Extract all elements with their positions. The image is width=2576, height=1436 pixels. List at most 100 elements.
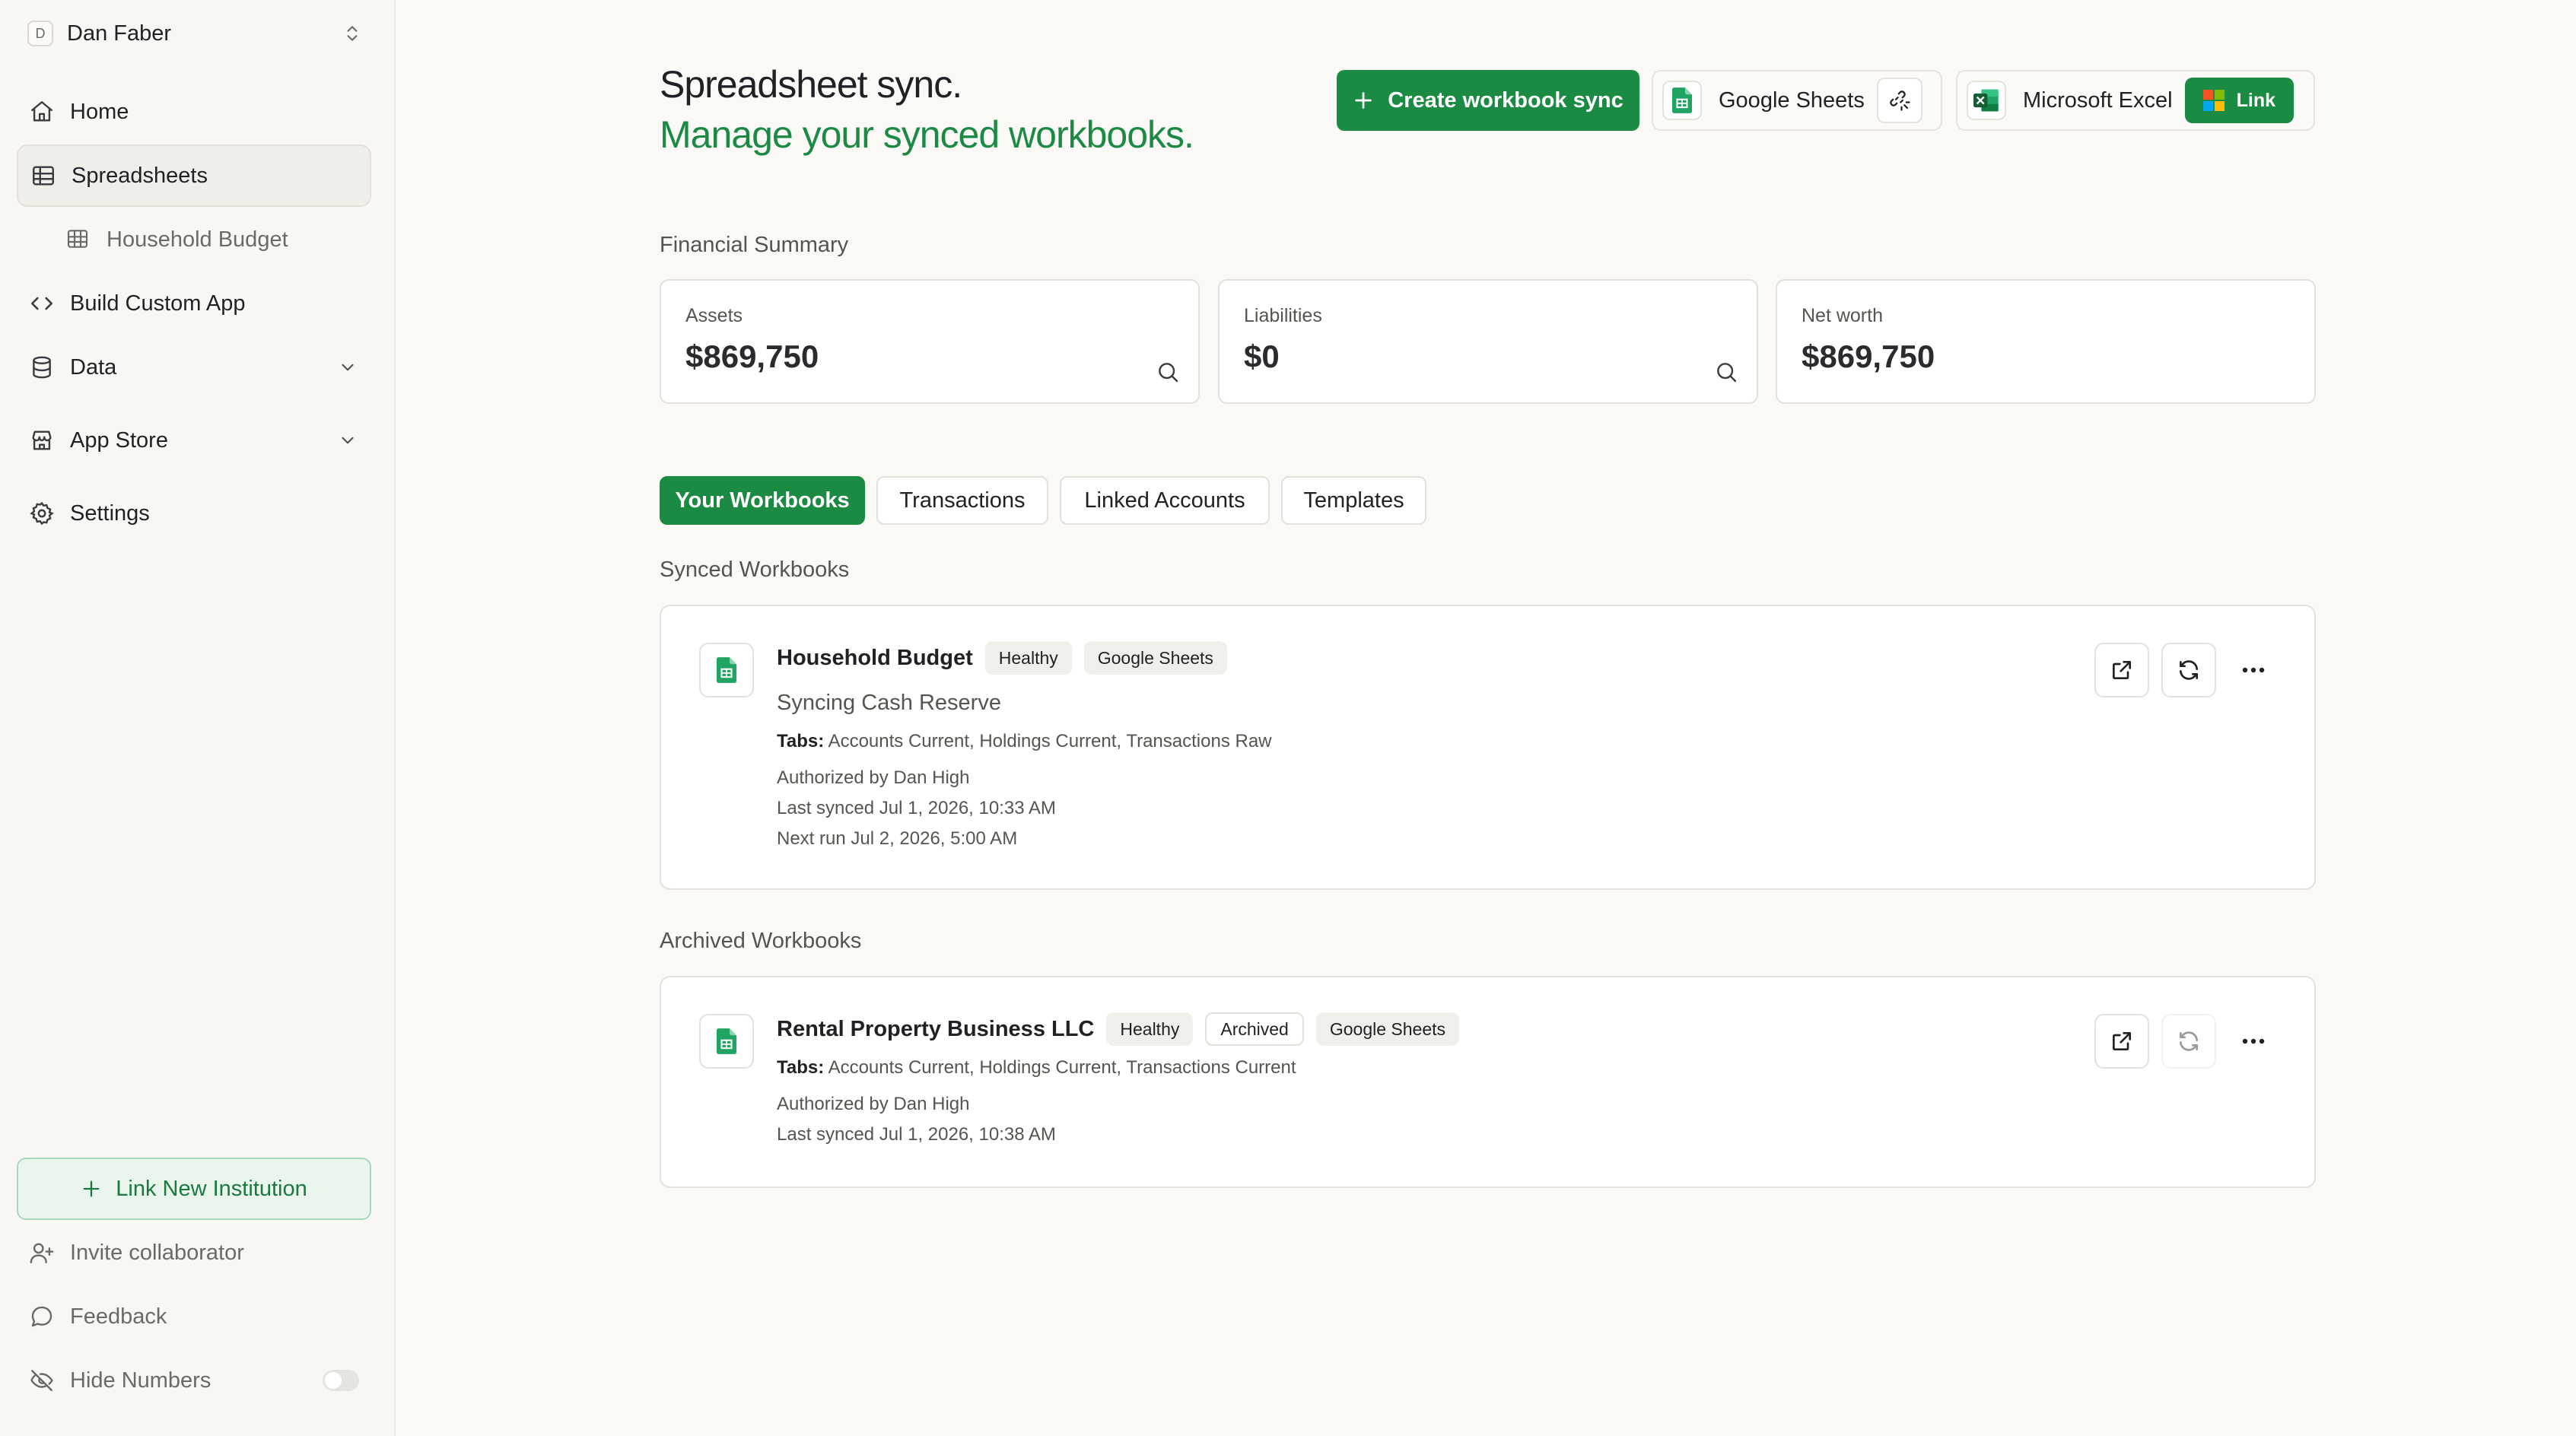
net-worth-card: Net worth $869,750 <box>1776 279 2316 404</box>
open-workbook-button[interactable] <box>2094 643 2149 697</box>
workbook-tabs: Tabs: Accounts Current, Holdings Current… <box>777 731 1272 752</box>
workbook-title-row: Rental Property Business LLC Healthy Arc… <box>777 1012 1460 1046</box>
stat-value: $0 <box>1244 338 1280 374</box>
tabs-value: Accounts Current, Holdings Current, Tran… <box>828 1057 1296 1078</box>
chevron-down-icon <box>338 357 358 377</box>
sidebar-item-home[interactable]: Home <box>17 81 371 143</box>
sidebar-item-spreadsheets[interactable]: Spreadsheets <box>17 145 371 207</box>
tabs-label: Tabs: <box>777 731 825 751</box>
unlink-google-sheets-button[interactable] <box>1876 78 1922 123</box>
microsoft-excel-connection: Microsoft Excel Link <box>1956 70 2315 131</box>
sidebar-item-settings[interactable]: Settings <box>17 482 371 545</box>
more-horizontal-icon <box>2241 1037 2266 1045</box>
table-icon <box>30 163 56 189</box>
sidebar-item-label: Settings <box>70 500 150 526</box>
sidebar-item-label: Build Custom App <box>70 291 246 316</box>
tab-transactions[interactable]: Transactions <box>876 476 1048 525</box>
assets-card: Assets $869,750 <box>660 279 1200 404</box>
workbook-card: Rental Property Business LLC Healthy Arc… <box>660 976 2316 1188</box>
open-workbook-button[interactable] <box>2094 1014 2149 1069</box>
invite-collaborator-button[interactable]: Invite collaborator <box>29 1230 371 1276</box>
archived-workbooks-heading: Archived Workbooks <box>660 929 862 953</box>
avatar: D <box>27 21 53 46</box>
stat-label: Liabilities <box>1244 305 1322 326</box>
google-sheets-icon <box>699 643 754 697</box>
user-switcher[interactable]: D Dan Faber <box>27 17 362 50</box>
more-options-button[interactable] <box>2234 653 2272 687</box>
synced-workbooks-heading: Synced Workbooks <box>660 558 850 582</box>
microsoft-excel-icon <box>1967 81 2006 120</box>
sidebar-item-label: App Store <box>70 427 168 453</box>
tab-templates[interactable]: Templates <box>1281 476 1426 525</box>
chevron-down-icon <box>338 430 358 450</box>
sidebar-item-app-store[interactable]: App Store <box>17 409 371 472</box>
unlink-icon <box>1888 89 1911 112</box>
link-new-institution-label: Link New Institution <box>116 1176 307 1201</box>
workbook-name[interactable]: Household Budget <box>777 646 973 671</box>
google-sheets-label: Google Sheets <box>1719 87 1865 113</box>
table-icon <box>65 227 91 253</box>
liabilities-card: Liabilities $0 <box>1218 279 1758 404</box>
sidebar-item-household-budget[interactable]: Household Budget <box>17 208 371 271</box>
microsoft-logo-icon <box>2202 90 2225 111</box>
status-badge: Healthy <box>984 641 1072 675</box>
workbook-card: Household Budget Healthy Google Sheets S… <box>660 605 2316 890</box>
create-workbook-sync-label: Create workbook sync <box>1388 87 1624 113</box>
create-workbook-sync-button[interactable]: Create workbook sync <box>1337 70 1639 131</box>
archived-badge: Archived <box>1205 1012 1304 1046</box>
page-subtitle: Manage your synced workbooks. <box>660 113 1194 156</box>
sidebar-item-label: Home <box>70 99 129 124</box>
external-link-icon <box>2110 658 2134 682</box>
link-microsoft-excel-button[interactable]: Link <box>2184 78 2295 123</box>
workbook-title-row: Household Budget Healthy Google Sheets <box>777 641 1227 675</box>
authorized-by: Authorized by Dan High <box>777 1094 970 1114</box>
search-icon[interactable] <box>1714 360 1738 384</box>
page-title: Spreadsheet sync. <box>660 63 962 106</box>
financial-summary-heading: Financial Summary <box>660 233 849 257</box>
sidebar-item-label: Data <box>70 354 117 380</box>
user-name: Dan Faber <box>67 21 172 46</box>
last-synced: Last synced Jul 1, 2026, 10:38 AM <box>777 1124 1056 1145</box>
sidebar-item-data[interactable]: Data <box>17 336 371 399</box>
tab-your-workbooks[interactable]: Your Workbooks <box>660 476 865 525</box>
sync-now-button[interactable] <box>2161 1014 2216 1069</box>
stat-label: Assets <box>685 305 743 326</box>
sidebar-item-label: Spreadsheets <box>72 163 208 188</box>
stat-value: $869,750 <box>685 338 819 374</box>
refresh-icon <box>2177 1029 2201 1053</box>
last-synced: Last synced Jul 1, 2026, 10:33 AM <box>777 798 1056 818</box>
google-sheets-connection: Google Sheets <box>1652 70 1942 131</box>
external-link-icon <box>2110 1029 2134 1053</box>
hide-numbers-toggle[interactable] <box>323 1370 359 1391</box>
tabs-value: Accounts Current, Holdings Current, Tran… <box>828 731 1272 751</box>
sidebar-item-build-custom-app[interactable]: Build Custom App <box>17 272 371 335</box>
feedback-button[interactable]: Feedback <box>29 1294 371 1339</box>
sync-now-button[interactable] <box>2161 643 2216 697</box>
gear-icon <box>29 500 55 526</box>
more-options-button[interactable] <box>2234 1025 2272 1058</box>
status-badge: Healthy <box>1106 1012 1194 1046</box>
store-icon <box>29 427 55 453</box>
workbook-tabs: Tabs: Accounts Current, Holdings Current… <box>777 1057 1296 1079</box>
more-horizontal-icon <box>2241 666 2266 674</box>
plus-icon <box>81 1178 102 1199</box>
search-icon[interactable] <box>1156 360 1180 384</box>
user-plus-icon <box>29 1240 55 1266</box>
provider-badge: Google Sheets <box>1083 641 1227 675</box>
link-new-institution-button[interactable]: Link New Institution <box>17 1158 371 1220</box>
invite-label: Invite collaborator <box>70 1240 244 1265</box>
provider-badge: Google Sheets <box>1315 1012 1460 1046</box>
chevron-up-down-icon <box>342 24 362 43</box>
microsoft-excel-label: Microsoft Excel <box>2023 87 2173 113</box>
sidebar-item-label: Household Budget <box>107 227 288 252</box>
chat-bubble-icon <box>29 1304 55 1330</box>
link-button-label: Link <box>2236 89 2276 111</box>
eye-off-icon <box>29 1368 55 1393</box>
feedback-label: Feedback <box>70 1304 167 1329</box>
workbook-name[interactable]: Rental Property Business LLC <box>777 1017 1094 1042</box>
stat-value: $869,750 <box>1802 338 1935 374</box>
home-icon <box>29 99 55 125</box>
plus-icon <box>1353 90 1374 111</box>
authorized-by: Authorized by Dan High <box>777 767 970 788</box>
tab-linked-accounts[interactable]: Linked Accounts <box>1060 476 1270 525</box>
